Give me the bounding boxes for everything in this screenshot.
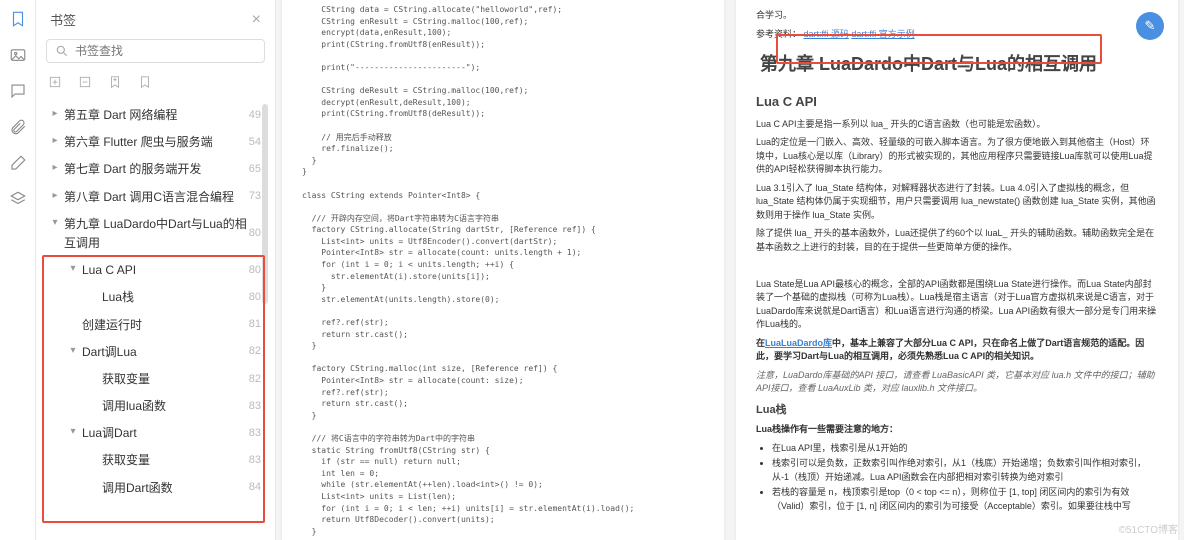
bookmark-label: 第七章 Dart 的服务端开发: [64, 160, 201, 179]
para: Lua 3.1引入了 lua_State 结构体，对解释器状态进行了封装。Lua…: [756, 182, 1158, 223]
twisty-icon: ▾: [50, 215, 60, 231]
link-luadardo[interactable]: LuaLuaDardo库: [765, 338, 832, 348]
para: 除了提供 lua_ 开头的基本函数外，Lua还提供了约60个以 luaL_ 开头…: [756, 227, 1158, 254]
para: Lua C API主要是指一系列以 lua_ 开头的C语言函数（也可能是宏函数）…: [756, 118, 1158, 132]
bookmark-item[interactable]: 获取变量 82: [36, 366, 275, 393]
twisty-icon: ▾: [68, 261, 78, 277]
page-number: 84: [249, 479, 265, 497]
bookmark-item[interactable]: 调用Dart函数 84: [36, 475, 275, 502]
bookmark-label: 创建运行时: [82, 316, 142, 335]
bookmark-item[interactable]: ▸第八章 Dart 调用C语言混合编程73: [36, 184, 275, 211]
bullet-list: 在Lua API里，栈索引是从1开始的 栈索引可以是负数，正数索引叫作绝对索引，…: [756, 442, 1158, 514]
scrollbar[interactable]: [262, 104, 268, 304]
bookmark-item[interactable]: 调用lua函数 83: [36, 393, 275, 420]
page-left: CString data = CString.allocate("hellowo…: [282, 0, 724, 540]
bookmark-panel: 书签 × ▸第五章 Dart 网络编程49▸第六章 Flutter 爬虫与服务端…: [36, 0, 276, 540]
twisty-icon: ▾: [68, 343, 78, 359]
list-item: 在Lua API里，栈索引是从1开始的: [772, 442, 1158, 456]
bookmark-label: Lua调Dart: [82, 424, 137, 443]
bookmark-label: Lua C API: [82, 261, 136, 280]
note: 注意，LuaDardo库基础的API 接口，请查看 LuaBasicAPI 类，…: [756, 369, 1158, 396]
list-item: 栈索引可以是负数，正数索引叫作绝对索引，从1（栈底）开始递增；负数索引叫作相对索…: [772, 457, 1158, 484]
twisty-icon: ▸: [50, 188, 60, 204]
add-bookmark-icon[interactable]: [108, 75, 122, 94]
bookmark-item[interactable]: 创建运行时 81: [36, 312, 275, 339]
section-lua-c-api: Lua C API: [756, 92, 1158, 112]
bookmark-label: 第五章 Dart 网络编程: [64, 106, 177, 125]
bookmark-plain-icon[interactable]: [138, 75, 152, 94]
collapse-icon[interactable]: [78, 75, 92, 94]
twisty-icon: ▸: [50, 133, 60, 149]
image-icon[interactable]: [9, 46, 27, 64]
bookmark-label: 调用lua函数: [102, 397, 166, 416]
comment-icon[interactable]: [9, 82, 27, 100]
bookmark-item[interactable]: ▸第五章 Dart 网络编程49: [36, 102, 275, 129]
bookmark-tools: [36, 71, 275, 102]
close-icon[interactable]: ×: [252, 11, 261, 29]
bookmark-item[interactable]: ▸第六章 Flutter 爬虫与服务端54: [36, 129, 275, 156]
page-right: 合学习。 参考资料： dart:ffi 源码 dart:ffi 官方示例 第九章…: [736, 0, 1178, 540]
bookmark-label: 获取变量: [102, 451, 150, 470]
search-input[interactable]: [46, 39, 265, 63]
section-lua-stack: Lua栈: [756, 402, 1158, 419]
twisty-icon: ▾: [68, 424, 78, 440]
chapter-title: 第九章 LuaDardo中Dart与Lua的相互调用: [756, 47, 1158, 82]
para: Lua State是Lua API最核心的概念，全部的API函数都是围绕Lua …: [756, 278, 1158, 332]
bookmark-item[interactable]: ▸第七章 Dart 的服务端开发65: [36, 156, 275, 183]
layers-icon[interactable]: [9, 190, 27, 208]
bookmark-label: Lua栈: [102, 288, 134, 307]
bookmark-item[interactable]: Lua栈80: [36, 284, 275, 311]
page-number: 82: [249, 371, 265, 389]
attachment-icon[interactable]: [9, 118, 27, 136]
bookmark-item[interactable]: ▾Lua C API80: [36, 257, 275, 284]
link-dartffi-demo[interactable]: dart:ffi 官方示例: [851, 29, 914, 39]
bookmark-label: 调用Dart函数: [102, 479, 173, 498]
bookmark-tree: ▸第五章 Dart 网络编程49▸第六章 Flutter 爬虫与服务端54▸第七…: [36, 102, 275, 540]
watermark: ©51CTO博客: [1119, 521, 1178, 536]
para: Lua栈操作有一些需要注意的地方：: [756, 424, 898, 434]
list-item: 若栈的容量是 n，栈顶索引是top（0 < top <= n），则称位于 [1,…: [772, 486, 1158, 513]
vertical-toolbar: [0, 0, 36, 540]
search-field[interactable]: [75, 44, 256, 58]
bookmark-item[interactable]: ▾第九章 LuaDardo中Dart与Lua的相互调用80: [36, 211, 275, 257]
bookmark-icon[interactable]: [9, 10, 27, 28]
link-dartffi-src[interactable]: dart:ffi 源码: [804, 29, 849, 39]
bookmark-label: Dart调Lua: [82, 343, 137, 362]
page-number: 81: [249, 316, 265, 334]
para: 在LuaLuaDardo库中，基本上兼容了大部分Lua C API，只在命名上做…: [756, 337, 1158, 364]
references: 参考资料： dart:ffi 源码 dart:ffi 官方示例: [756, 28, 1158, 42]
page-number: 83: [249, 452, 265, 470]
twisty-icon: ▸: [50, 106, 60, 122]
page-number: 83: [249, 425, 265, 443]
page-number: 82: [249, 343, 265, 361]
eraser-icon[interactable]: [9, 154, 27, 172]
bookmark-label: 第九章 LuaDardo中Dart与Lua的相互调用: [64, 215, 249, 253]
bookmark-item[interactable]: ▾Dart调Lua 82: [36, 339, 275, 366]
search-icon: [55, 44, 69, 58]
bookmark-label: 第八章 Dart 调用C语言混合编程: [64, 188, 234, 207]
twisty-icon: ▸: [50, 160, 60, 176]
expand-icon[interactable]: [48, 75, 62, 94]
bookmark-label: 获取变量: [102, 370, 150, 389]
code-block: CString data = CString.allocate("hellowo…: [302, 4, 704, 537]
bookmark-item[interactable]: 获取变量 83: [36, 447, 275, 474]
panel-title: 书签: [50, 10, 76, 29]
para: Lua的定位是一门嵌入、高效、轻量级的可嵌入脚本语言。为了很方便地嵌入到其他宿主…: [756, 136, 1158, 177]
document-view: CString data = CString.allocate("hellowo…: [276, 0, 1184, 540]
bookmark-label: 第六章 Flutter 爬虫与服务端: [64, 133, 213, 152]
text: 合学习。: [756, 9, 1158, 23]
bookmark-item[interactable]: ▾Lua调Dart 83: [36, 420, 275, 447]
help-fab[interactable]: ✎: [1136, 12, 1164, 40]
page-number: 83: [249, 398, 265, 416]
